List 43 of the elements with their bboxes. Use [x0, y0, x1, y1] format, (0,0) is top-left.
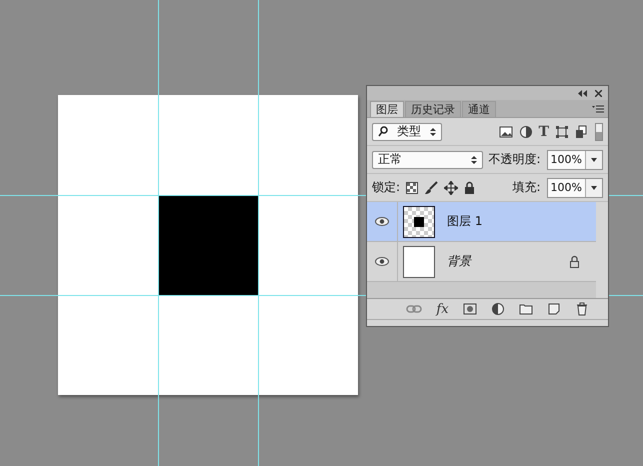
layer-row[interactable]: 图层 1: [367, 202, 596, 242]
spinner-icon[interactable]: [470, 154, 476, 164]
spinner-icon[interactable]: [430, 126, 436, 136]
close-icon[interactable]: [595, 90, 602, 96]
panel-tab[interactable]: 通道: [462, 101, 496, 117]
filter-dropdown[interactable]: 类型: [372, 122, 442, 140]
brush-icon[interactable]: [424, 180, 438, 194]
folder-icon[interactable]: [518, 302, 533, 316]
collapse-icon[interactable]: [578, 90, 587, 96]
panel-tab[interactable]: 历史记录: [405, 101, 461, 117]
layer-style-button[interactable]: fx: [436, 302, 449, 316]
eye-icon[interactable]: [375, 257, 389, 266]
checkerboard-icon[interactable]: [406, 182, 418, 194]
padlock-icon[interactable]: [464, 181, 476, 194]
layer-name: 背景: [447, 253, 473, 270]
circle-icon[interactable]: [518, 124, 533, 138]
shape-icon[interactable]: [555, 124, 569, 138]
move-icon[interactable]: [444, 180, 458, 194]
opacity-label: 不透明度:: [488, 151, 541, 168]
trash-icon[interactable]: [574, 302, 589, 316]
eye-icon[interactable]: [375, 217, 389, 226]
menu-icon[interactable]: [592, 104, 604, 112]
caret-icon[interactable]: [591, 186, 597, 190]
opacity-field[interactable]: 100%: [546, 150, 603, 170]
image-icon[interactable]: [498, 124, 513, 138]
lock-label: 锁定:: [372, 179, 400, 196]
fill-label: 填充:: [512, 179, 541, 196]
layer-thumbnail: [403, 206, 435, 238]
filter-toggle-icon[interactable]: [595, 122, 603, 140]
layer-name: 图层 1: [447, 213, 484, 230]
fill-field[interactable]: 100%: [546, 178, 603, 198]
search-icon[interactable]: [378, 126, 388, 138]
new-layer-icon[interactable]: [546, 302, 561, 316]
layer-thumbnail: [403, 246, 435, 278]
padlock-icon[interactable]: [569, 255, 580, 268]
mask-icon[interactable]: [462, 302, 477, 316]
panel-tab[interactable]: 图层: [370, 101, 404, 117]
smart-object-icon[interactable]: [575, 124, 589, 138]
type-filter-icon[interactable]: T: [538, 124, 549, 140]
adjustment-icon[interactable]: [490, 302, 505, 316]
layer-row[interactable]: 背景: [367, 242, 596, 282]
caret-icon[interactable]: [591, 158, 597, 162]
blend-mode-dropdown[interactable]: 正常: [372, 150, 482, 168]
